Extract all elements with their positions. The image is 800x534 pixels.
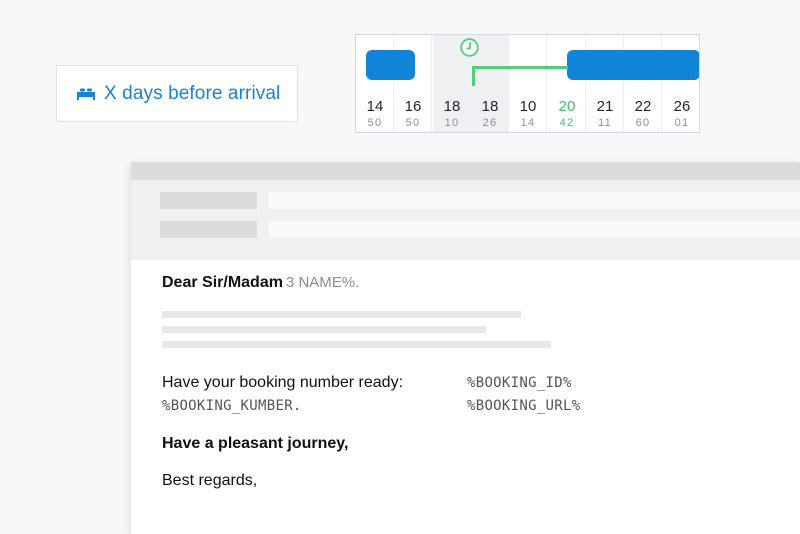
booking-id-variable: %BOOKING_ID% (467, 375, 572, 391)
email-titlebar (131, 162, 800, 180)
signoff-line: Best regards, (162, 472, 258, 489)
bed-icon (77, 88, 95, 100)
booking-url-variable: %BOOKING_URL% (467, 398, 581, 414)
day-label-trigger: 20 (558, 98, 576, 115)
day-label: 16 (404, 98, 422, 115)
greeting-text: Dear Sir/Madam (162, 274, 283, 291)
booking-number-variable: %BOOKING_KUMBER. (162, 398, 302, 414)
day-label: 14 (366, 98, 384, 115)
day-sublabel: 14 (520, 117, 536, 129)
booking-bar-past[interactable] (366, 50, 415, 80)
day-label: 21 (596, 98, 614, 115)
timeline-calendar: 14 16 18 18 10 20 21 22 26 50 50 10 26 1… (355, 34, 700, 133)
trigger-label: X days before arrival (104, 82, 281, 104)
email-window: Dear Sir/Madam 3 NAME%. Have your booking… (131, 162, 800, 534)
text-placeholder-line (162, 311, 521, 318)
email-greeting: Dear Sir/Madam 3 NAME%. (162, 274, 359, 292)
trigger-connector-vertical (472, 66, 475, 86)
header-field-placeholder[interactable] (269, 192, 800, 209)
clock-icon (460, 38, 479, 57)
day-label: 26 (673, 98, 691, 115)
booking-bar-stay[interactable] (567, 50, 699, 80)
trigger-connector-horizontal (472, 66, 568, 69)
email-header (131, 180, 800, 260)
day-sublabel: 11 (598, 117, 612, 129)
day-sublabel: 50 (405, 117, 421, 129)
day-label: 10 (519, 98, 537, 115)
day-sublabel: 10 (444, 117, 460, 129)
closing-line: Have a pleasant journey, (162, 435, 349, 452)
booking-line-text: Have your booking number ready: (162, 374, 404, 391)
day-label: 18 (443, 98, 461, 115)
day-sublabel-trigger: 42 (559, 117, 575, 129)
header-label-placeholder (160, 192, 257, 209)
day-sublabel: 60 (635, 117, 651, 129)
day-label: 18 (481, 98, 499, 115)
day-label: 22 (634, 98, 652, 115)
greeting-placeholder: 3 NAME%. (285, 274, 360, 291)
day-sublabel: 26 (482, 117, 498, 129)
header-field-placeholder[interactable] (269, 221, 800, 238)
text-placeholder-line (162, 326, 486, 333)
day-sublabel: 01 (674, 117, 690, 129)
trigger-chip[interactable]: X days before arrival (56, 65, 298, 122)
header-label-placeholder (160, 221, 257, 238)
text-placeholder-line (162, 341, 551, 348)
day-sublabel: 50 (367, 117, 383, 129)
